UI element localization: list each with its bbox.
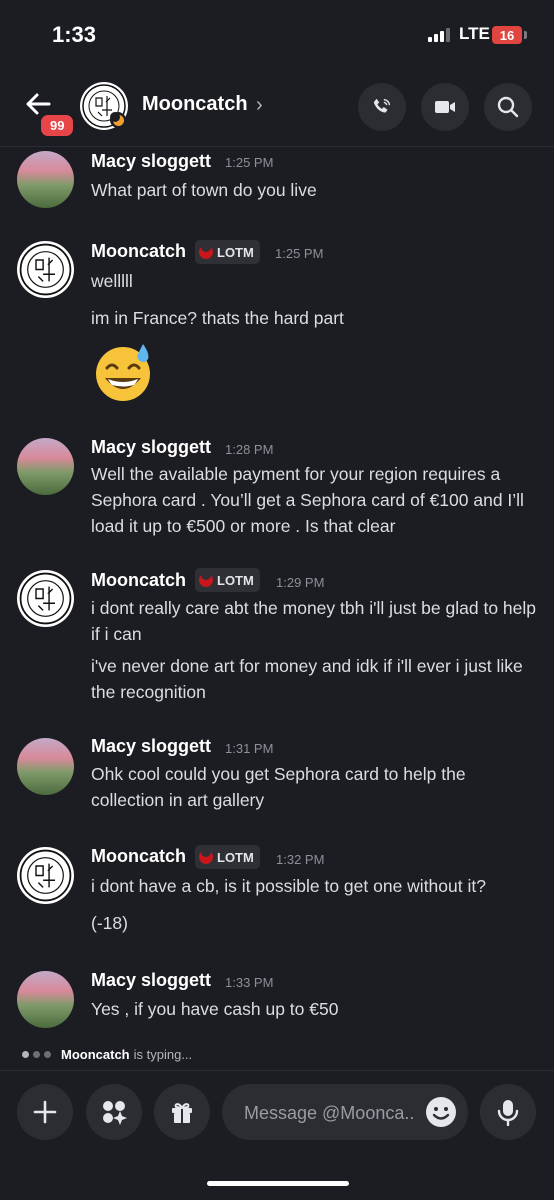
message-timestamp: 1:33 PM	[225, 975, 274, 990]
message-timestamp: 1:25 PM	[225, 155, 274, 170]
voice-message-button[interactable]	[480, 1084, 536, 1140]
phone-icon	[373, 98, 391, 113]
plus-icon	[33, 1100, 57, 1124]
message-text: (-18)	[91, 913, 128, 933]
message-author[interactable]: Mooncatch	[91, 241, 186, 262]
role-tag-label: LOTM	[217, 572, 254, 588]
search-button[interactable]	[484, 83, 532, 131]
seal-icon	[19, 572, 72, 625]
page-title[interactable]: Mooncatch	[142, 93, 248, 116]
message-author[interactable]: Mooncatch	[91, 846, 186, 867]
battery-level: 16	[499, 27, 515, 43]
avatar[interactable]	[17, 151, 74, 208]
avatar[interactable]	[17, 971, 74, 1028]
message-text: i dont have a cb, is it possible to get …	[91, 876, 486, 896]
smiley-icon	[426, 1097, 456, 1127]
search-icon	[497, 96, 519, 118]
typing-dot	[44, 1051, 51, 1058]
seal-icon	[19, 849, 72, 902]
status-bar: 1:33 LTE 16	[0, 0, 554, 70]
gift-icon	[172, 1103, 192, 1123]
message-text: Ohk cool could you get Sephora card to h…	[91, 764, 466, 810]
signal-icon	[428, 28, 450, 42]
moon-tag-icon	[199, 573, 213, 587]
chevron-right-icon[interactable]: ›	[256, 94, 263, 117]
grinning-face-with-sweat-icon	[96, 344, 150, 401]
message-timestamp: 1:32 PM	[276, 852, 325, 867]
gift-button[interactable]	[154, 1084, 210, 1140]
message-timestamp: 1:31 PM	[225, 741, 274, 756]
message-author[interactable]: Macy sloggett	[91, 437, 211, 458]
message-text: i've never done art for money and idk if…	[91, 656, 523, 702]
message-timestamp: 1:29 PM	[276, 575, 325, 590]
unread-badge: 99	[38, 112, 77, 139]
typing-dot	[33, 1051, 40, 1058]
message-text: im in France? thats the hard part	[91, 308, 344, 328]
typing-dot	[22, 1051, 29, 1058]
microphone-icon	[497, 1100, 519, 1126]
role-tag[interactable]: LOTM	[195, 240, 260, 264]
video-call-button[interactable]	[421, 83, 469, 131]
message-input-container[interactable]	[222, 1084, 468, 1142]
status-moon-icon	[109, 111, 126, 128]
role-tag[interactable]: LOTM	[195, 845, 260, 869]
role-tag[interactable]: LOTM	[195, 568, 260, 592]
message-text: i dont really care abt the money tbh i'l…	[91, 598, 536, 644]
message-text: Well the available payment for your regi…	[91, 464, 524, 536]
role-tag-label: LOTM	[217, 849, 254, 865]
message-text: Yes , if you have cash up to €50	[91, 999, 339, 1019]
avatar[interactable]	[17, 241, 74, 298]
role-tag-label: LOTM	[217, 244, 254, 260]
message-author[interactable]: Macy sloggett	[91, 970, 211, 991]
video-camera-icon	[435, 101, 455, 113]
add-attachment-button[interactable]	[17, 1084, 73, 1140]
message-author[interactable]: Macy sloggett	[91, 736, 211, 757]
message-author[interactable]: Mooncatch	[91, 570, 186, 591]
message-text: What part of town do you live	[91, 180, 317, 200]
avatar[interactable]	[17, 847, 74, 904]
avatar[interactable]	[17, 438, 74, 495]
avatar[interactable]	[17, 738, 74, 795]
apps-button[interactable]	[86, 1084, 142, 1140]
emoji-button[interactable]	[425, 1096, 457, 1128]
typing-user: Mooncatch	[61, 1047, 130, 1062]
message-text: welllll	[91, 271, 133, 291]
message-timestamp: 1:25 PM	[275, 246, 324, 261]
call-button[interactable]	[358, 83, 406, 131]
chat-header: 99 Mooncatch ›	[0, 70, 554, 147]
network-label: LTE	[459, 24, 490, 43]
message-input[interactable]	[242, 1084, 422, 1142]
moon-tag-icon	[199, 850, 213, 864]
status-time: 1:33	[52, 22, 97, 47]
typing-text: is typing...	[133, 1047, 193, 1062]
message-timestamp: 1:28 PM	[225, 442, 274, 457]
typing-indicator: Mooncatch is typing...	[22, 1047, 192, 1062]
home-indicator[interactable]	[207, 1181, 349, 1186]
seal-icon	[19, 243, 72, 296]
battery-nub	[524, 31, 527, 39]
avatar[interactable]	[17, 570, 74, 627]
battery-icon: 16	[492, 26, 522, 44]
sparkles-icon	[103, 1101, 127, 1125]
moon-tag-icon	[199, 245, 213, 259]
message-author[interactable]: Macy sloggett	[91, 151, 211, 172]
